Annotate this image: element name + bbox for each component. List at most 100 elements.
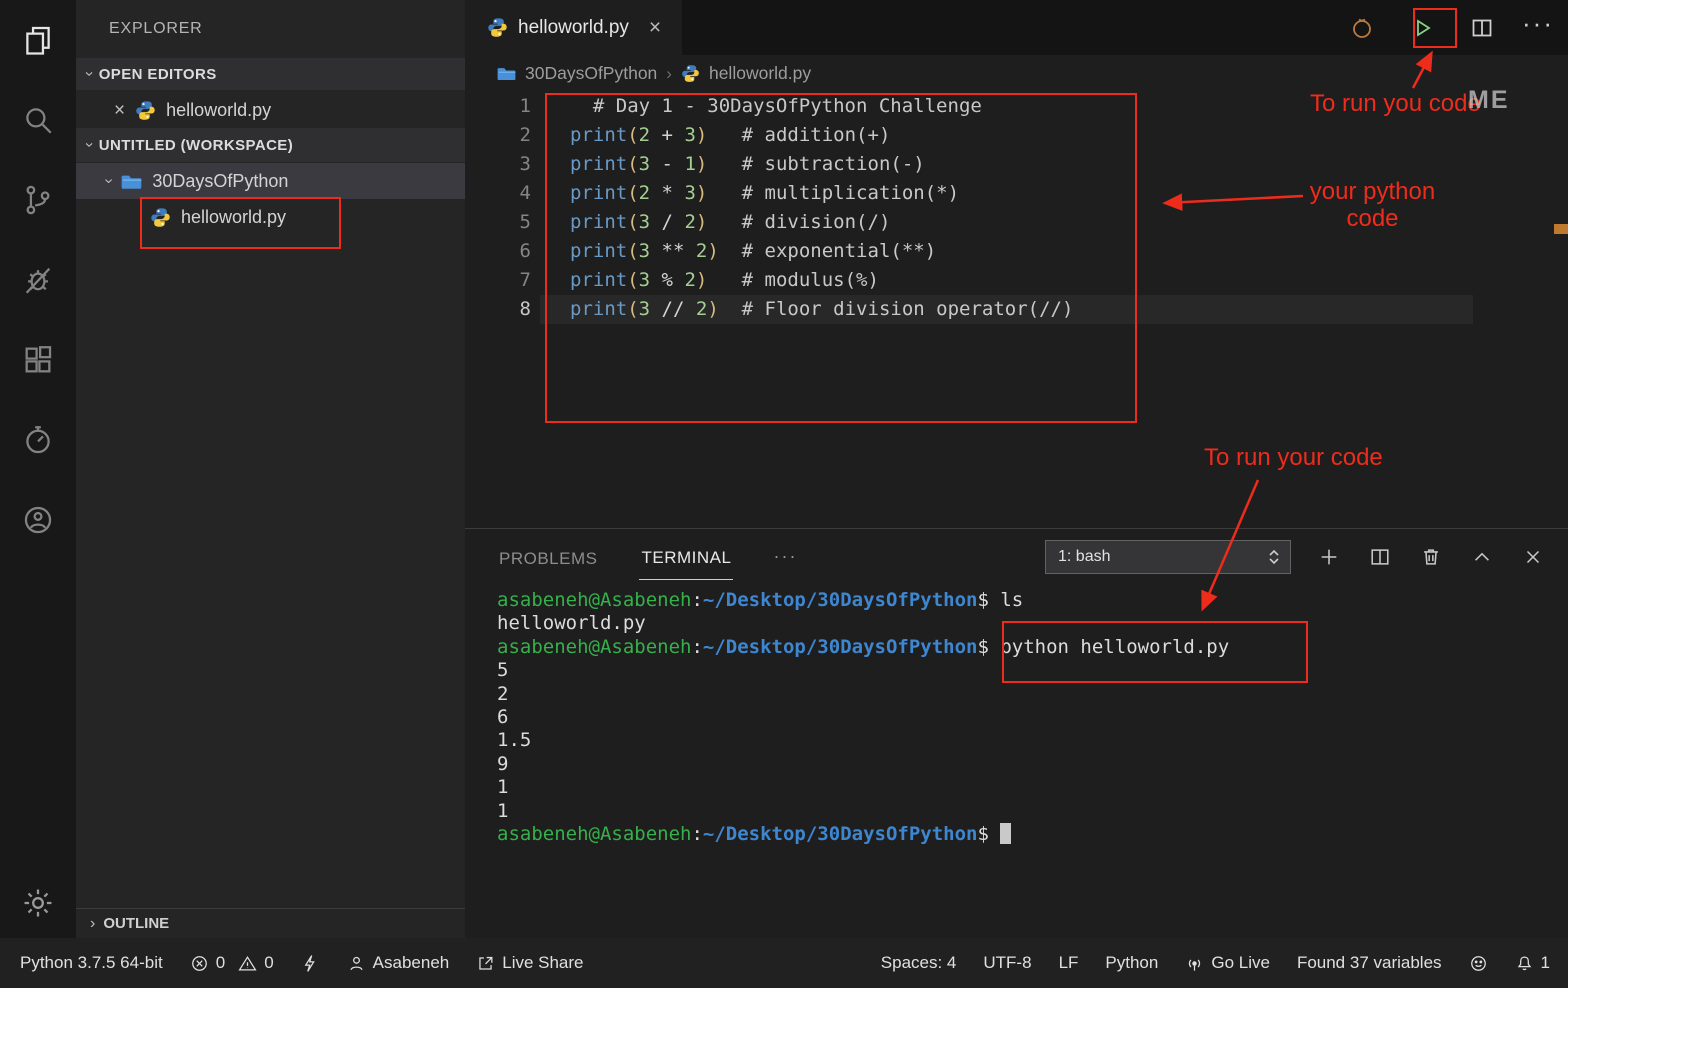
code-editor[interactable]: 1 # Day 1 - 30DaysOfPython Challenge2pri… <box>465 92 1568 528</box>
terminal-output-line: 1.5 <box>497 729 1568 752</box>
breadcrumb: 30DaysOfPython › helloworld.py <box>465 55 1568 92</box>
timer-icon <box>1350 16 1374 40</box>
indentation-status[interactable]: Spaces: 4 <box>881 953 957 973</box>
explorer-sidebar: EXPLORER › OPEN EDITORS × helloworld.py … <box>76 0 465 938</box>
terminal-output-line: 1 <box>497 776 1568 799</box>
code-line: 6print(3 ** 2) # exponential(**) <box>465 237 1568 266</box>
encoding-status[interactable]: UTF-8 <box>983 953 1031 973</box>
code-line: 2print(2 + 3) # addition(+) <box>465 121 1568 150</box>
explorer-activity-button[interactable] <box>0 0 76 80</box>
workspace-label: UNTITLED (WORKSPACE) <box>99 137 293 154</box>
eol-status[interactable]: LF <box>1059 953 1079 973</box>
maximize-panel-button[interactable] <box>1469 544 1495 570</box>
kill-terminal-button[interactable] <box>1418 544 1444 570</box>
code-line: 8print(3 // 2) # Floor division operator… <box>465 295 1568 324</box>
warning-count: 0 <box>264 953 273 973</box>
quick-fix-status[interactable] <box>301 954 320 973</box>
status-bar-right: Spaces: 4 UTF-8 LF Python Go Live Found … <box>881 953 1568 973</box>
terminal-cursor <box>1000 823 1011 844</box>
account-status[interactable]: Asabeneh <box>347 953 450 973</box>
python-file-icon <box>487 17 508 38</box>
language-mode-status[interactable]: Python <box>1105 953 1158 973</box>
outline-section-header[interactable]: › OUTLINE <box>76 908 465 938</box>
live-share-status[interactable]: Live Share <box>476 953 583 973</box>
open-editors-section-header[interactable]: › OPEN EDITORS <box>76 58 465 90</box>
extensions-activity-button[interactable] <box>0 320 76 400</box>
split-editor-button[interactable] <box>1462 8 1502 48</box>
chevron-down-icon: › <box>100 178 118 183</box>
terminal-prompt-line: asabeneh@Asabeneh:~/Desktop/30DaysOfPyth… <box>497 823 1568 846</box>
warning-icon <box>238 954 257 973</box>
run-play-icon <box>1410 16 1434 40</box>
debug-activity-button[interactable] <box>0 240 76 320</box>
terminal-output-line: 1 <box>497 800 1568 823</box>
terminal-output-line: 9 <box>497 753 1568 776</box>
chevron-up-icon <box>1471 546 1493 568</box>
code-line: 4print(2 * 3) # multiplication(*) <box>465 179 1568 208</box>
folder-item-30daysofpython[interactable]: › 30DaysOfPython <box>76 163 465 199</box>
file-item-helloworld[interactable]: helloworld.py <box>76 199 465 235</box>
breadcrumb-folder[interactable]: 30DaysOfPython <box>525 63 657 84</box>
broadcast-icon <box>1185 954 1204 973</box>
tab-close-icon[interactable]: × <box>649 16 661 40</box>
tab-problems[interactable]: PROBLEMS <box>497 534 599 580</box>
open-editor-item-helloworld[interactable]: × helloworld.py <box>76 92 465 128</box>
tab-terminal[interactable]: TERMINAL <box>639 533 733 580</box>
error-count: 0 <box>216 953 225 973</box>
code-line: 3print(3 - 1) # subtraction(-) <box>465 150 1568 179</box>
source-control-icon <box>21 183 55 217</box>
activity-bar <box>0 0 76 938</box>
debug-icon <box>21 263 55 297</box>
shell-select-value: 1: bash <box>1058 548 1110 566</box>
run-python-file-button[interactable] <box>1402 8 1442 48</box>
terminal-output-line: 5 <box>497 659 1568 682</box>
overview-ruler-marker <box>1554 224 1568 234</box>
search-icon <box>21 103 55 137</box>
go-live-label: Go Live <box>1211 953 1270 973</box>
notifications-status[interactable]: 1 <box>1515 953 1550 973</box>
bell-icon <box>1515 954 1534 973</box>
split-terminal-button[interactable] <box>1367 544 1393 570</box>
more-actions-button[interactable]: ··· <box>1522 8 1554 49</box>
python-interpreter-status[interactable]: Python 3.7.5 64-bit <box>20 953 163 973</box>
live-share-extension-activity-button[interactable] <box>0 480 76 560</box>
tab-helloworld[interactable]: helloworld.py × <box>465 0 682 55</box>
source-control-activity-button[interactable] <box>0 160 76 240</box>
extensions-icon <box>21 343 55 377</box>
open-editors-label: OPEN EDITORS <box>99 66 217 83</box>
timer-extension-button[interactable] <box>1342 8 1382 48</box>
code-line: 5print(3 / 2) # division(/) <box>465 208 1568 237</box>
close-editor-icon[interactable]: × <box>114 101 125 120</box>
panel-more-tabs-button[interactable]: ··· <box>773 546 797 567</box>
close-icon <box>1522 546 1544 568</box>
variables-status[interactable]: Found 37 variables <box>1297 953 1442 973</box>
tab-title: helloworld.py <box>518 17 629 39</box>
panel-controls: 1: bash <box>1045 540 1546 574</box>
settings-gear-icon <box>21 886 55 920</box>
terminal-output-line: helloworld.py <box>497 612 1568 635</box>
go-live-status[interactable]: Go Live <box>1185 953 1270 973</box>
sidebar-title: EXPLORER <box>76 0 465 58</box>
timer-extension-activity-button[interactable] <box>0 400 76 480</box>
problems-status[interactable]: 0 0 <box>190 953 274 973</box>
timer-icon <box>21 423 55 457</box>
folder-icon <box>121 171 142 192</box>
terminal-output-line: 2 <box>497 683 1568 706</box>
editor-area: helloworld.py × ··· 30DaysOfPython › hel… <box>465 0 1568 938</box>
breadcrumb-file[interactable]: helloworld.py <box>709 63 811 84</box>
live-share-icon <box>476 954 495 973</box>
chevron-down-icon: › <box>80 142 98 148</box>
close-panel-button[interactable] <box>1520 544 1546 570</box>
workspace-section-header[interactable]: › UNTITLED (WORKSPACE) <box>76 128 465 162</box>
manage-button[interactable] <box>0 868 76 938</box>
live-share-label: Live Share <box>502 953 583 973</box>
notification-count: 1 <box>1541 953 1550 973</box>
terminal-shell-select[interactable]: 1: bash <box>1045 540 1291 574</box>
lightning-icon <box>301 954 320 973</box>
new-terminal-button[interactable] <box>1316 544 1342 570</box>
search-activity-button[interactable] <box>0 80 76 160</box>
feedback-status[interactable] <box>1469 954 1488 973</box>
split-terminal-icon <box>1369 546 1391 568</box>
terminal-content[interactable]: asabeneh@Asabeneh:~/Desktop/30DaysOfPyth… <box>465 584 1568 938</box>
trash-icon <box>1420 546 1442 568</box>
